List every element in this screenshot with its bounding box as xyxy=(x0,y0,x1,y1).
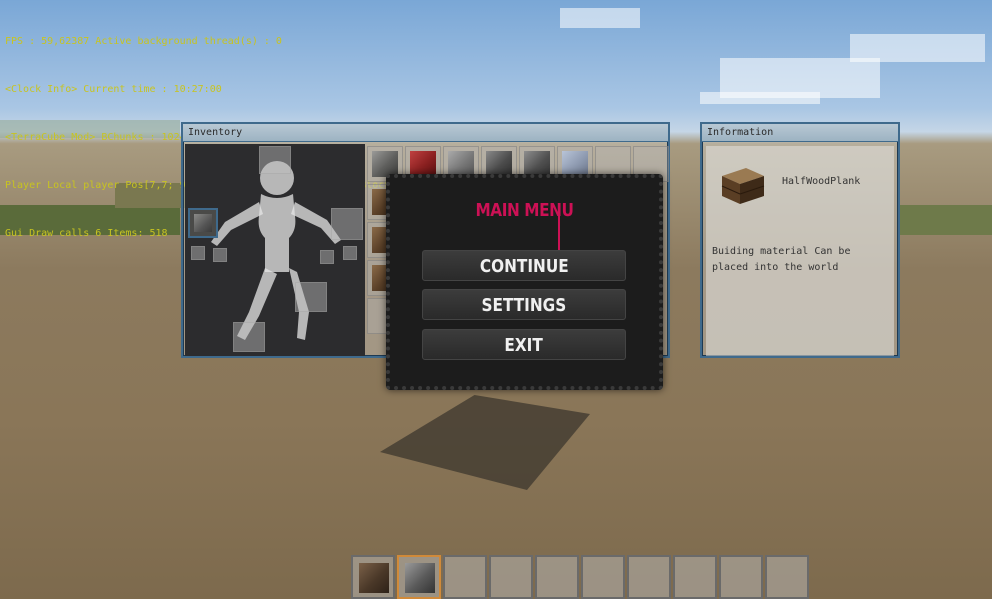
information-window[interactable]: Information HalfWoodPlank Buiding materi… xyxy=(700,122,900,358)
character-figure-icon xyxy=(211,161,341,340)
continue-button[interactable]: CONTINUE xyxy=(422,250,626,281)
debug-clock: <Clock Info> Current time : 10:27:00 xyxy=(5,84,222,95)
equip-slot-head[interactable] xyxy=(259,146,291,174)
exit-button-label: EXIT xyxy=(504,335,544,356)
hotbar-slot[interactable] xyxy=(673,555,717,599)
wood-block-icon xyxy=(359,563,389,593)
inventory-title[interactable]: Inventory xyxy=(183,124,668,142)
text-cursor xyxy=(558,216,560,250)
hotbar-slot-selected[interactable] xyxy=(397,555,441,599)
equip-slot-legs[interactable] xyxy=(295,282,327,312)
ground-shadow xyxy=(380,395,590,490)
hotbar-slot[interactable] xyxy=(351,555,395,599)
exit-button[interactable]: EXIT xyxy=(422,329,626,360)
hotbar-slot[interactable] xyxy=(581,555,625,599)
item-info-panel: HalfWoodPlank Buiding material Can be pl… xyxy=(706,146,894,356)
terrain-block xyxy=(900,205,992,235)
item-name: HalfWoodPlank xyxy=(782,176,861,187)
debug-fps: FPS : 59,62387 Active background thread(… xyxy=(5,36,282,47)
main-menu-dialog: MAIN MENU CONTINUE SETTINGS EXIT xyxy=(386,174,663,390)
item-description: Buiding material Can be placed into the … xyxy=(712,246,851,273)
settings-button[interactable]: SETTINGS xyxy=(422,289,626,320)
equip-slot-ring-4[interactable] xyxy=(343,246,357,260)
equip-slot-ring-2[interactable] xyxy=(213,248,227,262)
equip-slot-feet[interactable] xyxy=(233,322,265,352)
hotbar-slot[interactable] xyxy=(627,555,671,599)
hotbar-slot[interactable] xyxy=(719,555,763,599)
equip-slot-ring-3[interactable] xyxy=(320,250,334,264)
hotbar-slot[interactable] xyxy=(489,555,533,599)
half-wood-plank-icon xyxy=(721,168,765,204)
cloud xyxy=(560,8,640,28)
hotbar-slot[interactable] xyxy=(443,555,487,599)
hotbar-slot[interactable] xyxy=(535,555,579,599)
character-equipment-panel xyxy=(185,144,365,356)
equip-slot-hand-right[interactable] xyxy=(331,208,363,240)
main-menu-title: MAIN MENU xyxy=(475,200,574,221)
hotbar xyxy=(351,555,811,599)
cloud xyxy=(700,92,820,104)
settings-button-label: SETTINGS xyxy=(481,295,567,316)
equip-slot-ring-1[interactable] xyxy=(191,246,205,260)
continue-button-label: CONTINUE xyxy=(479,256,569,277)
cobble-block-icon xyxy=(405,563,435,593)
stone-block-icon xyxy=(194,214,212,232)
information-title[interactable]: Information xyxy=(702,124,898,142)
hotbar-slot[interactable] xyxy=(765,555,809,599)
equip-slot-hand-left[interactable] xyxy=(188,208,218,238)
